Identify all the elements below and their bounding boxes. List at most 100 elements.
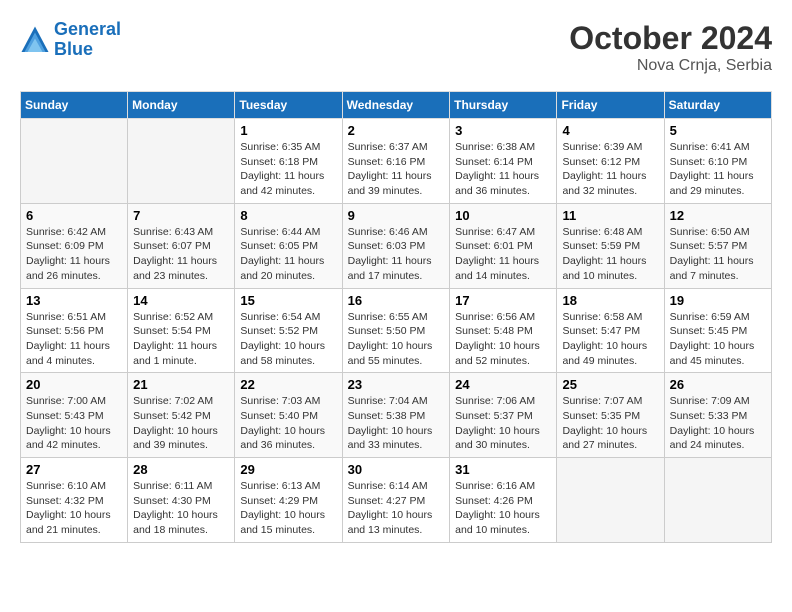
day-number: 23 <box>348 377 445 392</box>
header-cell-wednesday: Wednesday <box>342 92 450 119</box>
calendar-title: October 2024 <box>569 20 772 57</box>
day-info: Sunrise: 6:41 AM Sunset: 6:10 PM Dayligh… <box>670 140 766 199</box>
day-info: Sunrise: 6:39 AM Sunset: 6:12 PM Dayligh… <box>562 140 658 199</box>
day-cell <box>128 119 235 204</box>
day-cell <box>557 458 664 543</box>
day-number: 10 <box>455 208 551 223</box>
day-number: 29 <box>240 462 336 477</box>
header-cell-thursday: Thursday <box>450 92 557 119</box>
day-cell: 4 Sunrise: 6:39 AM Sunset: 6:12 PM Daylig… <box>557 119 664 204</box>
day-number: 5 <box>670 123 766 138</box>
day-cell: 25Sunrise: 7:07 AM Sunset: 5:35 PM Dayli… <box>557 373 664 458</box>
day-info: Sunrise: 7:07 AM Sunset: 5:35 PM Dayligh… <box>562 394 658 453</box>
day-number: 31 <box>455 462 551 477</box>
day-cell: 28 Sunrise: 6:11 AM Sunset: 4:30 PM Dayli… <box>128 458 235 543</box>
day-number: 6 <box>26 208 122 223</box>
day-info: Sunrise: 6:55 AM Sunset: 5:50 PM Dayligh… <box>348 310 445 369</box>
day-number: 16 <box>348 293 445 308</box>
day-number: 13 <box>26 293 122 308</box>
day-cell: 10 Sunrise: 6:47 AM Sunset: 6:01 PM Dayli… <box>450 203 557 288</box>
header-cell-saturday: Saturday <box>664 92 771 119</box>
day-cell: 24Sunrise: 7:06 AM Sunset: 5:37 PM Dayli… <box>450 373 557 458</box>
day-cell: 17Sunrise: 6:56 AM Sunset: 5:48 PM Dayli… <box>450 288 557 373</box>
day-info: Sunrise: 6:16 AM Sunset: 4:26 PM Dayligh… <box>455 479 551 538</box>
day-cell: 12Sunrise: 6:50 AM Sunset: 5:57 PM Dayli… <box>664 203 771 288</box>
day-number: 9 <box>348 208 445 223</box>
day-number: 7 <box>133 208 229 223</box>
day-cell: 7 Sunrise: 6:43 AM Sunset: 6:07 PM Daylig… <box>128 203 235 288</box>
day-info: Sunrise: 6:46 AM Sunset: 6:03 PM Dayligh… <box>348 225 445 284</box>
day-number: 22 <box>240 377 336 392</box>
day-number: 8 <box>240 208 336 223</box>
day-cell: 8 Sunrise: 6:44 AM Sunset: 6:05 PM Daylig… <box>235 203 342 288</box>
day-info: Sunrise: 6:52 AM Sunset: 5:54 PM Dayligh… <box>133 310 229 369</box>
day-info: Sunrise: 7:09 AM Sunset: 5:33 PM Dayligh… <box>670 394 766 453</box>
day-number: 2 <box>348 123 445 138</box>
day-info: Sunrise: 6:42 AM Sunset: 6:09 PM Dayligh… <box>26 225 122 284</box>
header-cell-tuesday: Tuesday <box>235 92 342 119</box>
header-cell-friday: Friday <box>557 92 664 119</box>
logo: General Blue <box>20 20 121 60</box>
day-number: 21 <box>133 377 229 392</box>
title-block: October 2024 Nova Crnja, Serbia <box>569 20 772 75</box>
day-number: 15 <box>240 293 336 308</box>
day-info: Sunrise: 7:03 AM Sunset: 5:40 PM Dayligh… <box>240 394 336 453</box>
day-cell: 26Sunrise: 7:09 AM Sunset: 5:33 PM Dayli… <box>664 373 771 458</box>
day-info: Sunrise: 6:59 AM Sunset: 5:45 PM Dayligh… <box>670 310 766 369</box>
day-cell: 6 Sunrise: 6:42 AM Sunset: 6:09 PM Daylig… <box>21 203 128 288</box>
day-info: Sunrise: 7:02 AM Sunset: 5:42 PM Dayligh… <box>133 394 229 453</box>
day-info: Sunrise: 6:43 AM Sunset: 6:07 PM Dayligh… <box>133 225 229 284</box>
day-number: 1 <box>240 123 336 138</box>
day-number: 19 <box>670 293 766 308</box>
day-cell <box>664 458 771 543</box>
day-info: Sunrise: 6:38 AM Sunset: 6:14 PM Dayligh… <box>455 140 551 199</box>
logo-text: General Blue <box>54 20 121 60</box>
day-cell: 31 Sunrise: 6:16 AM Sunset: 4:26 PM Dayli… <box>450 458 557 543</box>
day-cell: 2 Sunrise: 6:37 AM Sunset: 6:16 PM Daylig… <box>342 119 450 204</box>
day-cell: 21 Sunrise: 7:02 AM Sunset: 5:42 PM Dayli… <box>128 373 235 458</box>
day-info: Sunrise: 6:13 AM Sunset: 4:29 PM Dayligh… <box>240 479 336 538</box>
logo-icon <box>20 25 50 55</box>
day-number: 18 <box>562 293 658 308</box>
header-cell-sunday: Sunday <box>21 92 128 119</box>
day-cell: 20Sunrise: 7:00 AM Sunset: 5:43 PM Dayli… <box>21 373 128 458</box>
day-cell: 30Sunrise: 6:14 AM Sunset: 4:27 PM Dayli… <box>342 458 450 543</box>
day-info: Sunrise: 7:00 AM Sunset: 5:43 PM Dayligh… <box>26 394 122 453</box>
day-number: 4 <box>562 123 658 138</box>
day-cell: 9 Sunrise: 6:46 AM Sunset: 6:03 PM Daylig… <box>342 203 450 288</box>
day-info: Sunrise: 6:35 AM Sunset: 6:18 PM Dayligh… <box>240 140 336 199</box>
day-number: 3 <box>455 123 551 138</box>
day-info: Sunrise: 7:06 AM Sunset: 5:37 PM Dayligh… <box>455 394 551 453</box>
day-cell: 14 Sunrise: 6:52 AM Sunset: 5:54 PM Dayli… <box>128 288 235 373</box>
day-number: 11 <box>562 208 658 223</box>
day-info: Sunrise: 6:54 AM Sunset: 5:52 PM Dayligh… <box>240 310 336 369</box>
week-row-4: 20Sunrise: 7:00 AM Sunset: 5:43 PM Dayli… <box>21 373 772 458</box>
day-cell: 13 Sunrise: 6:51 AM Sunset: 5:56 PM Dayli… <box>21 288 128 373</box>
header-cell-monday: Monday <box>128 92 235 119</box>
day-info: Sunrise: 6:51 AM Sunset: 5:56 PM Dayligh… <box>26 310 122 369</box>
calendar-subtitle: Nova Crnja, Serbia <box>569 57 772 75</box>
week-row-3: 13 Sunrise: 6:51 AM Sunset: 5:56 PM Dayli… <box>21 288 772 373</box>
week-row-1: 1 Sunrise: 6:35 AM Sunset: 6:18 PM Daylig… <box>21 119 772 204</box>
day-cell: 19 Sunrise: 6:59 AM Sunset: 5:45 PM Dayli… <box>664 288 771 373</box>
day-number: 30 <box>348 462 445 477</box>
day-info: Sunrise: 6:58 AM Sunset: 5:47 PM Dayligh… <box>562 310 658 369</box>
day-info: Sunrise: 6:44 AM Sunset: 6:05 PM Dayligh… <box>240 225 336 284</box>
day-number: 14 <box>133 293 229 308</box>
day-info: Sunrise: 6:47 AM Sunset: 6:01 PM Dayligh… <box>455 225 551 284</box>
day-cell: 23 Sunrise: 7:04 AM Sunset: 5:38 PM Dayli… <box>342 373 450 458</box>
day-number: 28 <box>133 462 229 477</box>
day-info: Sunrise: 6:37 AM Sunset: 6:16 PM Dayligh… <box>348 140 445 199</box>
day-info: Sunrise: 7:04 AM Sunset: 5:38 PM Dayligh… <box>348 394 445 453</box>
day-info: Sunrise: 6:11 AM Sunset: 4:30 PM Dayligh… <box>133 479 229 538</box>
day-cell <box>21 119 128 204</box>
day-info: Sunrise: 6:48 AM Sunset: 5:59 PM Dayligh… <box>562 225 658 284</box>
week-row-2: 6 Sunrise: 6:42 AM Sunset: 6:09 PM Daylig… <box>21 203 772 288</box>
day-cell: 3 Sunrise: 6:38 AM Sunset: 6:14 PM Daylig… <box>450 119 557 204</box>
day-number: 27 <box>26 462 122 477</box>
header-row: SundayMondayTuesdayWednesdayThursdayFrid… <box>21 92 772 119</box>
day-cell: 11 Sunrise: 6:48 AM Sunset: 5:59 PM Dayli… <box>557 203 664 288</box>
day-number: 12 <box>670 208 766 223</box>
calendar-table: SundayMondayTuesdayWednesdayThursdayFrid… <box>20 91 772 543</box>
day-cell: 29 Sunrise: 6:13 AM Sunset: 4:29 PM Dayli… <box>235 458 342 543</box>
